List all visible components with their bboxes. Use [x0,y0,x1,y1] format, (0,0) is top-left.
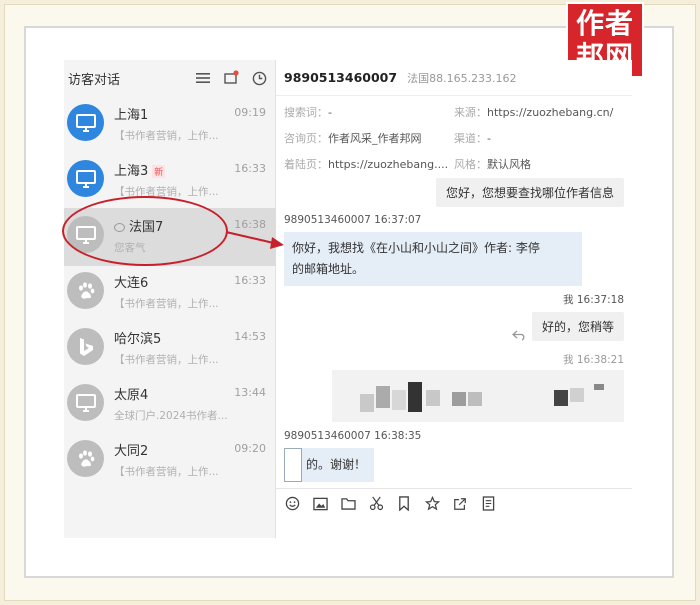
conversation-time: 14:53 [234,330,266,343]
visitor-message-line: 的邮箱地址。 [292,262,365,276]
conversation-preview: 全球门户.2024书作者... [114,410,228,422]
bing-icon [67,328,104,365]
chat-toolbar [276,488,632,518]
conversation-name: 上海3 新 [114,164,166,179]
sms-icon[interactable] [223,70,239,86]
channel-value: - [487,132,491,145]
smile-icon[interactable] [284,496,300,512]
landing-page-label: 着陆页： [284,158,328,171]
clock-icon[interactable] [251,70,267,86]
message-timestamp: 9890513460007 16:37:07 [284,214,422,226]
conversation-item[interactable]: 太原4 13:44 全球门户.2024书作者... [64,376,276,434]
visitor-message-line: 你好，我想找《在小山和小山之间》作者: 李停 [292,241,540,255]
consult-page-value[interactable]: 作者风采_作者邦网 [328,132,422,145]
conversation-name: 上海1 [114,108,149,123]
image-icon[interactable] [312,496,328,512]
note-icon[interactable] [480,496,496,512]
channel-label: 渠道： [454,132,487,145]
agent-message: 您好，您想要查找哪位作者信息 [435,178,624,207]
folder-icon[interactable] [340,496,356,512]
monitor-icon [67,160,104,197]
conversation-time: 09:20 [234,442,266,455]
search-term-label: 搜索词： [284,106,328,119]
visitor-location: 法国88.165.233.162 [407,71,517,85]
paw-icon [67,272,104,309]
landing-page-value[interactable]: https://zuozhebang.... [328,158,448,171]
conversation-item[interactable]: 大同2 09:20 【书作者营销，上作... [64,432,276,490]
style-value: 默认风格 [487,158,531,171]
conversation-preview: 【书作者营销，上作... [114,354,219,366]
agent-message: 好的，您稍等 [531,312,624,341]
source-value[interactable]: https://zuozhebang.cn/ [487,106,613,119]
list-icon[interactable] [195,70,211,86]
conversation-item[interactable]: 上海1 09:19 【书作者营销，上作... [64,96,276,154]
search-term-value: - [328,106,332,119]
conversation-item[interactable]: 哈尔滨5 14:53 【书作者营销，上作... [64,320,276,378]
visitor-id: 9890513460007 [284,70,398,85]
consult-page-label: 咨询页： [284,132,328,145]
conversation-time: 13:44 [234,386,266,399]
style-label: 风格： [454,158,487,171]
conversation-name: 哈尔滨5 [114,332,162,347]
chat-header: 9890513460007 法国88.165.233.162 [276,60,632,96]
monitor-icon [67,384,104,421]
message-timestamp: 我 16:37:18 [563,294,624,306]
redacted-message [332,370,624,422]
visitor-message-text: 的。谢谢！ [306,457,367,472]
share-icon[interactable] [452,496,468,512]
star-icon[interactable] [424,496,440,512]
visitor-message: 的。谢谢！ [284,448,375,482]
watermark-line1: 作者 [575,7,634,40]
conversation-list-panel: 访客对话 上海1 09:19 【书作者营销，上作... 上海3 新 16:33 【书作者营销… [64,60,276,538]
visitor-message: 你好，我想找《在小山和小山之间》作者: 李停 的邮箱地址。 [284,232,582,286]
annotation-arrow [225,231,284,249]
undo-icon[interactable] [512,326,526,345]
conversation-preview: 【书作者营销，上作... [114,130,219,142]
annotation-circle [62,196,228,266]
conversation-preview: 【书作者营销，上作... [114,466,219,478]
conversation-time: 16:33 [234,274,266,287]
conversation-time: 16:33 [234,162,266,175]
conversation-list-header: 访客对话 [64,60,275,96]
redacted-char [284,448,302,482]
conversation-preview: 【书作者营销，上作... [114,298,219,310]
new-badge: 新 [152,165,166,178]
chat-panel: 9890513460007 法国88.165.233.162 搜索词：- 来源：… [276,60,632,538]
source-label: 来源： [454,106,487,119]
chat-app: 访客对话 上海1 09:19 【书作者营销，上作... 上海3 新 16:33 【书作者营销… [64,60,632,538]
visitor-info: 搜索词：- 来源：https://zuozhebang.cn/ 咨询页：作者风采… [284,104,624,182]
paw-icon [67,440,104,477]
message-timestamp: 我 16:38:21 [563,354,624,366]
monitor-icon [67,104,104,141]
conversation-name: 大连6 [114,276,149,291]
message-timestamp: 9890513460007 16:38:35 [284,430,422,442]
scissors-icon[interactable] [368,496,384,512]
conversation-name: 大同2 [114,444,149,459]
conversation-name: 太原4 [114,388,149,403]
panel-title: 访客对话 [68,72,121,88]
bookmark-icon[interactable] [396,496,412,512]
conversation-time: 09:19 [234,106,266,119]
conversation-item[interactable]: 大连6 16:33 【书作者营销，上作... [64,264,276,322]
